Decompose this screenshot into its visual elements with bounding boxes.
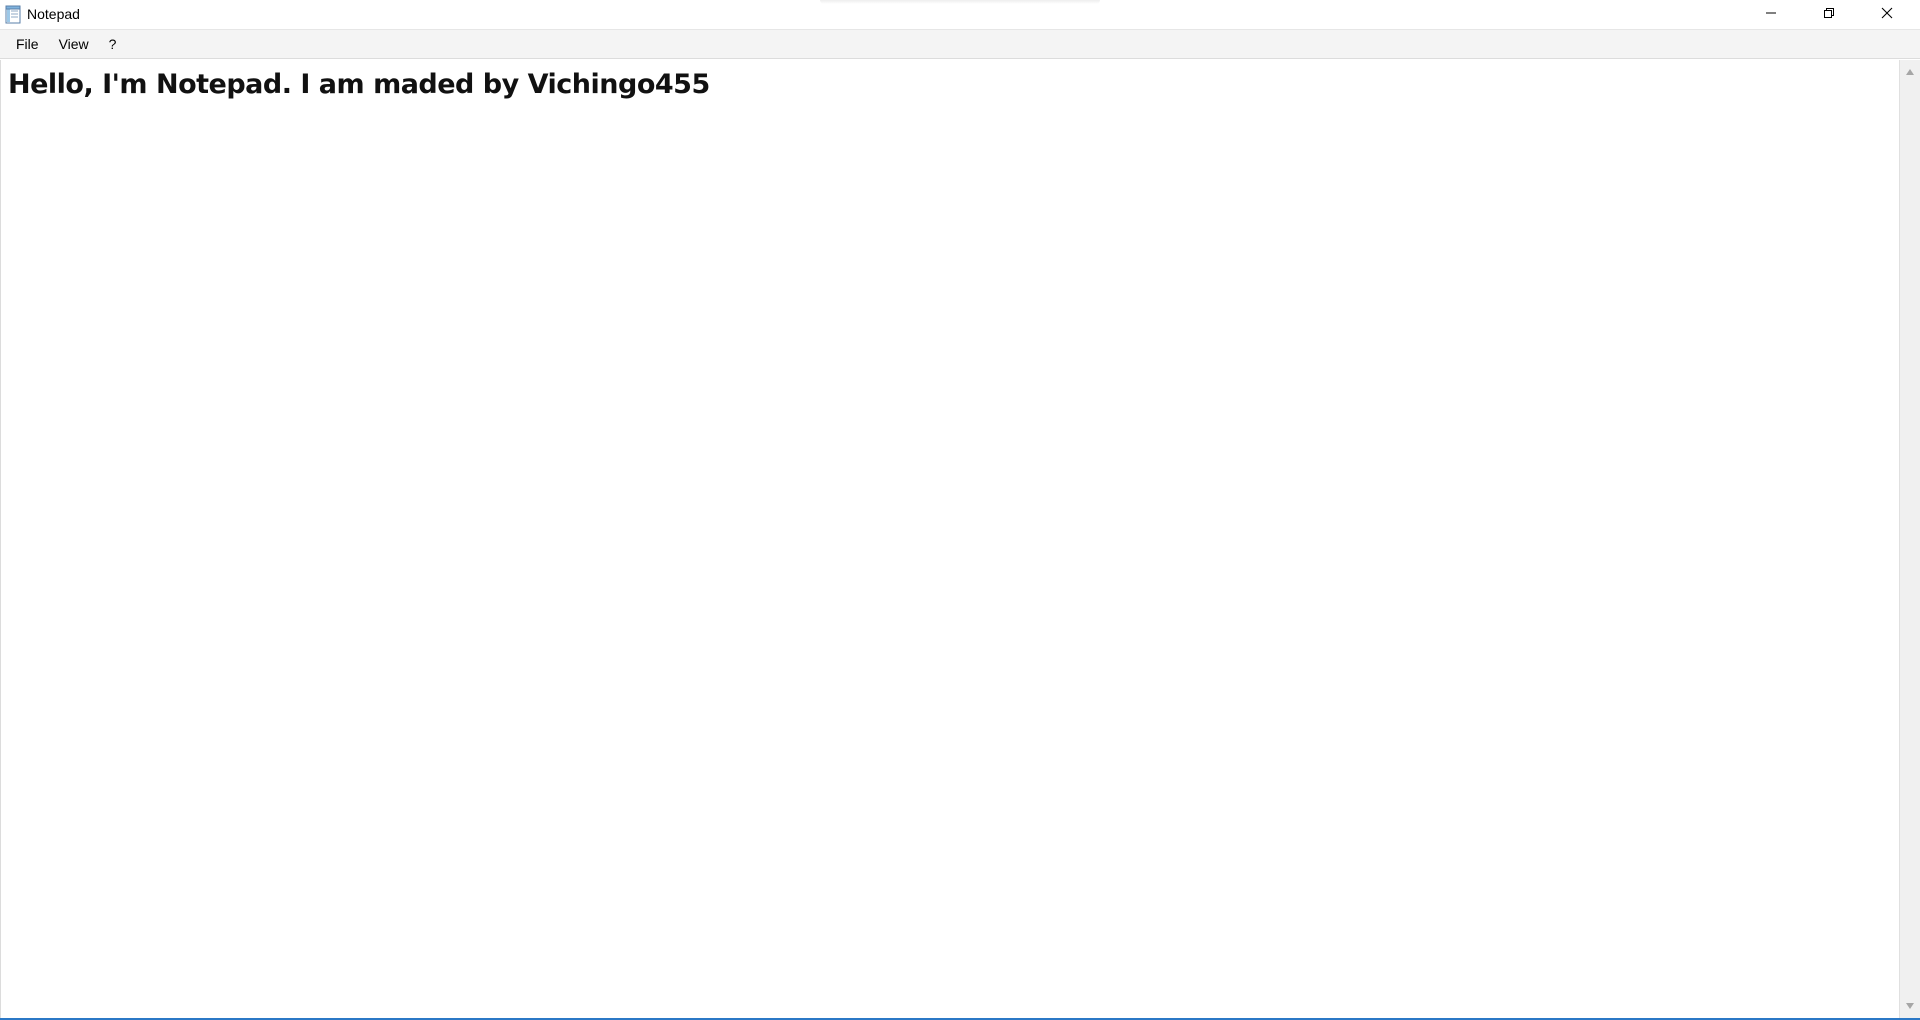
notepad-icon[interactable] — [4, 5, 23, 24]
vertical-scrollbar[interactable] — [1899, 60, 1920, 1018]
title-bar[interactable]: Notepad — [0, 0, 1920, 29]
restore-icon — [1823, 6, 1835, 24]
window-title: Notepad — [27, 6, 80, 22]
scroll-down-button[interactable] — [1900, 996, 1920, 1016]
menu-help[interactable]: ? — [99, 33, 127, 55]
text-editor-area[interactable]: Hello, I'm Notepad. I am maded by Vichin… — [0, 60, 1899, 1018]
menu-view[interactable]: View — [49, 33, 99, 55]
menu-bar: File View ? — [0, 29, 1920, 59]
notepad-window: Notepad File View ? Hello, I'm Notepad. … — [0, 0, 1920, 1020]
close-button[interactable] — [1858, 0, 1916, 29]
scroll-up-button[interactable] — [1900, 62, 1920, 82]
title-shadow — [820, 0, 1100, 4]
close-icon — [1881, 6, 1893, 24]
scroll-up-arrow-icon — [1905, 63, 1915, 81]
scroll-down-arrow-icon — [1905, 997, 1915, 1015]
minimize-button[interactable] — [1742, 0, 1800, 29]
editor-content[interactable]: Hello, I'm Notepad. I am maded by Vichin… — [8, 69, 710, 100]
menu-file[interactable]: File — [6, 33, 49, 55]
minimize-icon — [1765, 6, 1777, 24]
restore-button[interactable] — [1800, 0, 1858, 29]
